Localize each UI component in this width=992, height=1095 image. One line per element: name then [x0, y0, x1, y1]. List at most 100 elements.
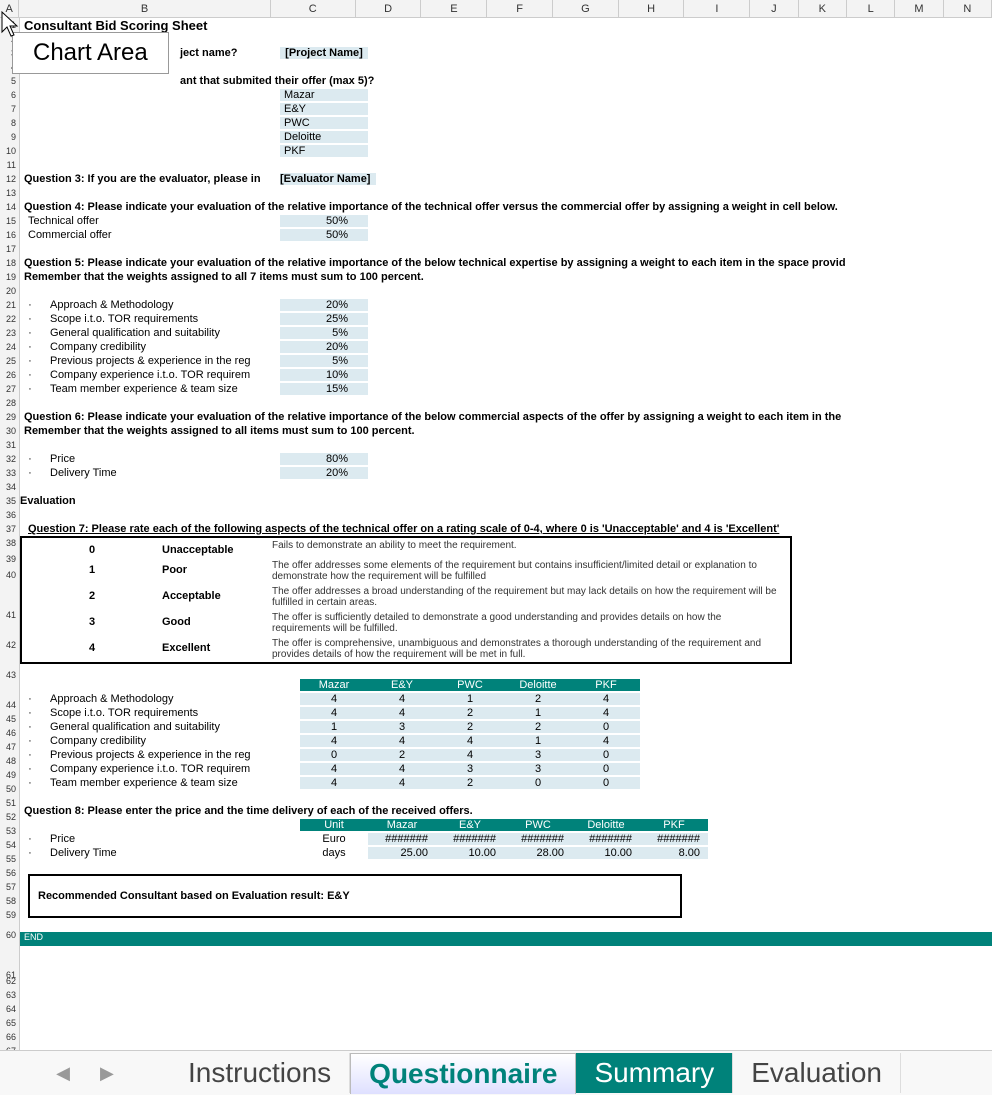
tab-summary[interactable]: Summary — [576, 1053, 733, 1093]
q8-cell-0-4[interactable]: ####### — [572, 833, 640, 845]
row-header-42[interactable]: 42 — [0, 638, 19, 668]
row-header-35[interactable]: 35 — [0, 494, 19, 508]
row-header-40[interactable]: 40 — [0, 568, 19, 608]
tab-instructions[interactable]: Instructions — [170, 1053, 350, 1093]
bidder-4[interactable]: PKF — [280, 145, 368, 157]
q7-cell-1-3[interactable]: 1 — [504, 707, 572, 719]
row-header-58[interactable]: 58 — [0, 894, 19, 908]
q7-cell-0-1[interactable]: 4 — [368, 693, 436, 705]
q5rows-value-5[interactable]: 10% — [280, 369, 368, 381]
col-header-I[interactable]: I — [684, 0, 750, 17]
q5rows-value-6[interactable]: 15% — [280, 383, 368, 395]
row-header-64[interactable]: 64 — [0, 1002, 19, 1016]
q7-cell-5-1[interactable]: 4 — [368, 763, 436, 775]
row-header-57[interactable]: 57 — [0, 880, 19, 894]
q7-cell-6-1[interactable]: 4 — [368, 777, 436, 789]
row-header-34[interactable]: 34 — [0, 480, 19, 494]
bidder-1[interactable]: E&Y — [280, 103, 368, 115]
q7-cell-3-2[interactable]: 4 — [436, 735, 504, 747]
col-header-E[interactable]: E — [421, 0, 487, 17]
q6rows-value-1[interactable]: 20% — [280, 467, 368, 479]
q4rows-value-0[interactable]: 50% — [280, 215, 368, 227]
q7-cell-2-4[interactable]: 0 — [572, 721, 640, 733]
row-header-47[interactable]: 47 — [0, 740, 19, 754]
q7-cell-4-3[interactable]: 3 — [504, 749, 572, 761]
col-header-C[interactable]: C — [271, 0, 356, 17]
row-header-39[interactable]: 39 — [0, 552, 19, 568]
q8-cell-1-2[interactable]: 10.00 — [436, 847, 504, 859]
q8-cell-1-4[interactable]: 10.00 — [572, 847, 640, 859]
row-header-5[interactable]: 5 — [0, 74, 19, 88]
q8-cell-0-2[interactable]: ####### — [436, 833, 504, 845]
row-header-20[interactable]: 20 — [0, 284, 19, 298]
row-header-18[interactable]: 18 — [0, 256, 19, 270]
row-header-43[interactable]: 43 — [0, 668, 19, 698]
col-header-H[interactable]: H — [619, 0, 685, 17]
row-header-62[interactable]: 62 — [0, 974, 19, 988]
tab-prev-icon[interactable]: ◀ — [56, 1063, 70, 1084]
q7-cell-1-2[interactable]: 2 — [436, 707, 504, 719]
col-header-K[interactable]: K — [799, 0, 847, 17]
q7-cell-5-4[interactable]: 0 — [572, 763, 640, 775]
q1-value[interactable]: [Project Name] — [280, 47, 368, 59]
row-header-54[interactable]: 54 — [0, 838, 19, 852]
q7-cell-6-2[interactable]: 2 — [436, 777, 504, 789]
tab-next-icon[interactable]: ▶ — [100, 1063, 114, 1084]
row-header-38[interactable]: 38 — [0, 536, 19, 552]
row-header-55[interactable]: 55 — [0, 852, 19, 866]
col-header-D[interactable]: D — [356, 0, 422, 17]
q7-cell-2-2[interactable]: 2 — [436, 721, 504, 733]
tab-evaluation[interactable]: Evaluation — [733, 1053, 901, 1093]
row-header-11[interactable]: 11 — [0, 158, 19, 172]
row-header-19[interactable]: 19 — [0, 270, 19, 284]
row-header-32[interactable]: 32 — [0, 452, 19, 466]
row-header-31[interactable]: 31 — [0, 438, 19, 452]
q7-cell-1-1[interactable]: 4 — [368, 707, 436, 719]
row-header-10[interactable]: 10 — [0, 144, 19, 158]
q7-cell-6-0[interactable]: 4 — [300, 777, 368, 789]
col-header-J[interactable]: J — [750, 0, 798, 17]
q8-cell-1-5[interactable]: 8.00 — [640, 847, 708, 859]
row-header-46[interactable]: 46 — [0, 726, 19, 740]
row-header-6[interactable]: 6 — [0, 88, 19, 102]
col-header-B[interactable]: B — [19, 0, 270, 17]
row-header-56[interactable]: 56 — [0, 866, 19, 880]
col-header-M[interactable]: M — [895, 0, 943, 17]
row-header-33[interactable]: 33 — [0, 466, 19, 480]
row-header-27[interactable]: 27 — [0, 382, 19, 396]
row-header-44[interactable]: 44 — [0, 698, 19, 712]
row-header-41[interactable]: 41 — [0, 608, 19, 638]
row-header-7[interactable]: 7 — [0, 102, 19, 116]
row-header-25[interactable]: 25 — [0, 354, 19, 368]
q7-cell-2-0[interactable]: 1 — [300, 721, 368, 733]
row-header-63[interactable]: 63 — [0, 988, 19, 1002]
row-header-13[interactable]: 13 — [0, 186, 19, 200]
q7-cell-3-3[interactable]: 1 — [504, 735, 572, 747]
q7-cell-6-3[interactable]: 0 — [504, 777, 572, 789]
q3-value[interactable]: [Evaluator Name] — [280, 173, 376, 185]
q5rows-value-3[interactable]: 20% — [280, 341, 368, 353]
col-header-N[interactable]: N — [944, 0, 992, 17]
q7-cell-5-2[interactable]: 3 — [436, 763, 504, 775]
q7-cell-3-0[interactable]: 4 — [300, 735, 368, 747]
col-header-L[interactable]: L — [847, 0, 895, 17]
row-header-17[interactable]: 17 — [0, 242, 19, 256]
bidder-3[interactable]: Deloitte — [280, 131, 368, 143]
row-header-52[interactable]: 52 — [0, 810, 19, 824]
row-header-21[interactable]: 21 — [0, 298, 19, 312]
row-header-60[interactable]: 60 — [0, 928, 19, 968]
row-header-9[interactable]: 9 — [0, 130, 19, 144]
q7-cell-0-3[interactable]: 2 — [504, 693, 572, 705]
row-header-49[interactable]: 49 — [0, 768, 19, 782]
bidder-0[interactable]: Mazar — [280, 89, 368, 101]
q8-cell-1-1[interactable]: 25.00 — [368, 847, 436, 859]
row-header-51[interactable]: 51 — [0, 796, 19, 810]
row-header-37[interactable]: 37 — [0, 522, 19, 536]
row-header-29[interactable]: 29 — [0, 410, 19, 424]
q7-cell-3-1[interactable]: 4 — [368, 735, 436, 747]
row-header-23[interactable]: 23 — [0, 326, 19, 340]
q5rows-value-2[interactable]: 5% — [280, 327, 368, 339]
q6rows-value-0[interactable]: 80% — [280, 453, 368, 465]
row-header-8[interactable]: 8 — [0, 116, 19, 130]
row-header-14[interactable]: 14 — [0, 200, 19, 214]
